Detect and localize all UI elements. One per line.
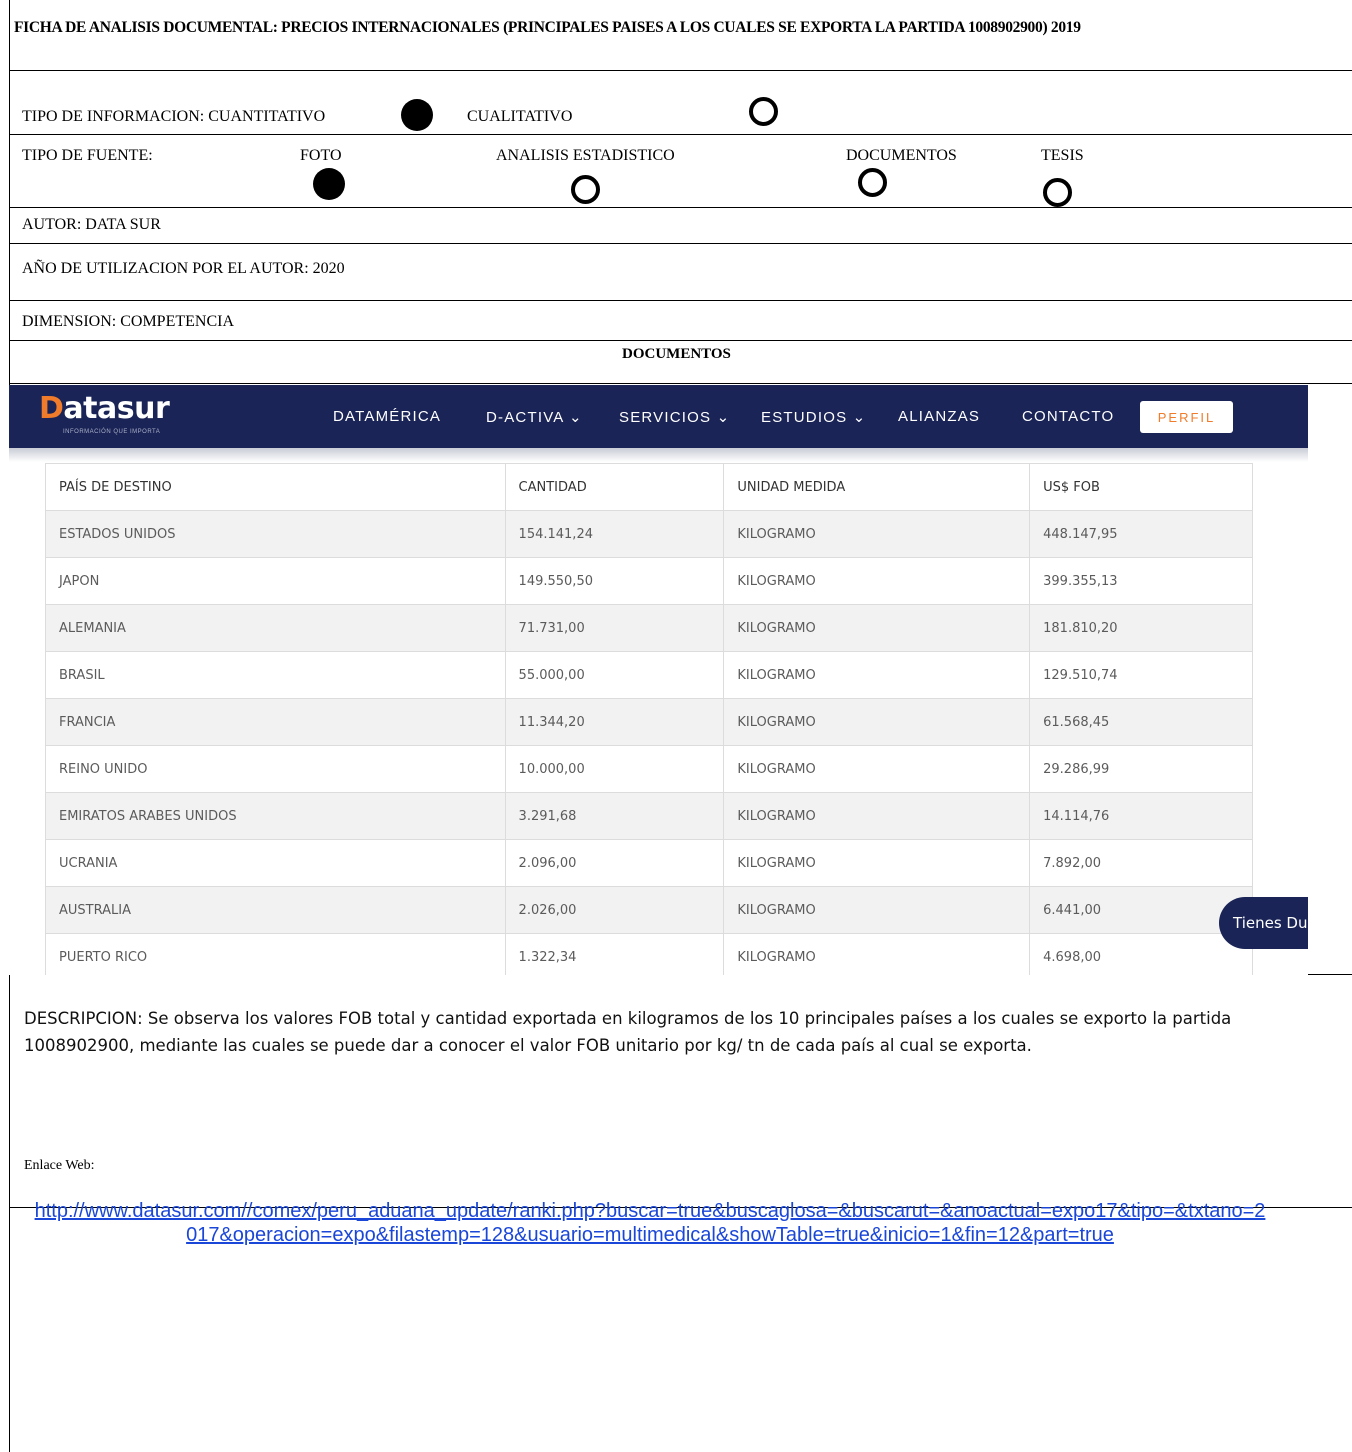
cell-fob: 7.892,00 [1029,839,1253,887]
table-row: BRASIL 55.000,00 KILOGRAMO 129.510,74 [45,651,1253,699]
datasur-navbar: Datasur INFORMACIÓN QUE IMPORTA DATAMÉRI… [9,385,1308,448]
documentos-heading: DOCUMENTOS [622,346,731,362]
table-row: FRANCIA 11.344,20 KILOGRAMO 61.568,45 [45,698,1253,746]
table-row: REINO UNIDO 10.000,00 KILOGRAMO 29.286,99 [45,745,1253,793]
cell-fob: 14.114,76 [1029,792,1253,840]
cell-pais: AUSTRALIA [45,886,506,934]
nav-datamerica[interactable]: DATAMÉRICA [333,408,441,425]
foto-label: FOTO [300,147,342,164]
autor-row: AUTOR: DATA SUR [10,208,1352,244]
cell-cantidad: 2.096,00 [504,839,725,887]
table-row: ALEMANIA 71.731,00 KILOGRAMO 181.810,20 [45,604,1253,652]
descripcion-text: DESCRIPCION: Se observa los valores FOB … [24,1009,1232,1055]
nav-contacto[interactable]: CONTACTO [1022,408,1114,425]
nav-servicios[interactable]: SERVICIOS ⌄ [619,408,730,426]
cell-cantidad: 10.000,00 [504,745,725,793]
cualitativo-label: CUALITATIVO [467,108,573,125]
tipo-fuente-row: TIPO DE FUENTE: FOTO ANALISIS ESTADISTIC… [10,135,1352,208]
dimension-row: DIMENSION: COMPETENCIA [10,301,1352,341]
analisis-unselected-icon [571,175,600,204]
dimension-text: DIMENSION: COMPETENCIA [22,313,234,330]
datasur-screenshot: Datasur INFORMACIÓN QUE IMPORTA DATAMÉRI… [9,385,1308,975]
enlace-web-link[interactable]: http://www.datasur.com//comex/peru_aduan… [30,1199,1270,1247]
nav-alianzas[interactable]: ALIANZAS [898,408,980,425]
cell-cantidad: 149.550,50 [504,557,725,605]
documentos-heading-row: DOCUMENTOS [10,341,1352,384]
cell-cantidad: 1.322,34 [504,933,725,975]
cell-unidad: KILOGRAMO [723,557,1031,605]
nav-d-activa[interactable]: D-ACTIVA ⌄ [486,408,583,426]
header-fob: US$ FOB [1029,463,1253,511]
cell-unidad: KILOGRAMO [723,886,1031,934]
tesis-unselected-icon [1043,178,1072,207]
table-row: PUERTO RICO 1.322,34 KILOGRAMO 4.698,00 [45,933,1253,975]
cell-cantidad: 71.731,00 [504,604,725,652]
cell-cantidad: 55.000,00 [504,651,725,699]
cell-fob: 4.698,00 [1029,933,1253,975]
cell-fob: 181.810,20 [1029,604,1253,652]
header-unidad: UNIDAD MEDIDA [723,463,1031,511]
cell-cantidad: 2.026,00 [504,886,725,934]
tipo-informacion-label: TIPO DE INFORMACION: CUANTITATIVO [22,108,326,125]
cell-pais: ALEMANIA [45,604,506,652]
cell-pais: BRASIL [45,651,506,699]
cell-unidad: KILOGRAMO [723,839,1031,887]
chat-button[interactable]: Tienes Du [1219,897,1308,949]
anio-text: AÑO DE UTILIZACION POR EL AUTOR: 2020 [22,260,345,277]
cell-unidad: KILOGRAMO [723,698,1031,746]
tipo-informacion-row: TIPO DE INFORMACION: CUANTITATIVO CUALIT… [10,71,1352,135]
foto-selected-icon [313,168,345,200]
table-row: UCRANIA 2.096,00 KILOGRAMO 7.892,00 [45,839,1253,887]
table-row: ESTADOS UNIDOS 154.141,24 KILOGRAMO 448.147… [45,510,1253,558]
cell-cantidad: 11.344,20 [504,698,725,746]
logo-initial: D [39,391,64,426]
cualitativo-unselected-icon [749,97,778,126]
tipo-fuente-label: TIPO DE FUENTE: [22,147,153,164]
logo-text: atasur [63,391,170,426]
datasur-logo[interactable]: Datasur [39,391,170,426]
autor-text: AUTOR: DATA SUR [22,216,161,233]
table-row: EMIRATOS ARABES UNIDOS 3.291,68 KILOGRAMO 1… [45,792,1253,840]
cell-fob: 448.147,95 [1029,510,1253,558]
cell-cantidad: 154.141,24 [504,510,725,558]
documentos-label: DOCUMENTOS [846,147,957,164]
cell-unidad: KILOGRAMO [723,510,1031,558]
header-pais: PAÍS DE DESTINO [45,463,506,511]
nav-estudios[interactable]: ESTUDIOS ⌄ [761,408,866,426]
documentos-unselected-icon [858,168,887,197]
tesis-label: TESIS [1041,147,1084,164]
table-body: ESTADOS UNIDOS 154.141,24 KILOGRAMO 448.147… [45,510,1253,975]
table-row: JAPON 149.550,50 KILOGRAMO 399.355,13 [45,557,1253,605]
cell-fob: 399.355,13 [1029,557,1253,605]
table-header-row: PAÍS DE DESTINO CANTIDAD UNIDAD MEDIDA U… [45,463,1253,511]
enlace-label: Enlace Web: [24,1158,95,1173]
cell-pais: REINO UNIDO [45,745,506,793]
cell-fob: 61.568,45 [1029,698,1253,746]
cuantitativo-selected-icon [401,99,433,131]
document-title: FICHA DE ANALISIS DOCUMENTAL: PRECIOS IN… [14,19,1081,36]
navbar-shadow [9,448,1308,462]
cell-unidad: KILOGRAMO [723,604,1031,652]
cell-fob: 29.286,99 [1029,745,1253,793]
cell-pais: FRANCIA [45,698,506,746]
logo-tagline: INFORMACIÓN QUE IMPORTA [63,429,161,435]
title-row: FICHA DE ANALISIS DOCUMENTAL: PRECIOS IN… [10,0,1352,71]
cell-cantidad: 3.291,68 [504,792,725,840]
cell-unidad: KILOGRAMO [723,745,1031,793]
anio-row: AÑO DE UTILIZACION POR EL AUTOR: 2020 [10,244,1352,301]
cell-pais: PUERTO RICO [45,933,506,975]
cell-pais: ESTADOS UNIDOS [45,510,506,558]
cell-pais: UCRANIA [45,839,506,887]
export-table: PAÍS DE DESTINO CANTIDAD UNIDAD MEDIDA U… [45,463,1253,975]
perfil-button[interactable]: PERFIL [1140,401,1233,433]
cell-unidad: KILOGRAMO [723,651,1031,699]
cell-fob: 129.510,74 [1029,651,1253,699]
table-row: AUSTRALIA 2.026,00 KILOGRAMO 6.441,00 [45,886,1253,934]
analisis-label: ANALISIS ESTADISTICO [496,147,675,164]
cell-pais: EMIRATOS ARABES UNIDOS [45,792,506,840]
cell-pais: JAPON [45,557,506,605]
header-cantidad: CANTIDAD [504,463,725,511]
cell-unidad: KILOGRAMO [723,792,1031,840]
cell-unidad: KILOGRAMO [723,933,1031,975]
